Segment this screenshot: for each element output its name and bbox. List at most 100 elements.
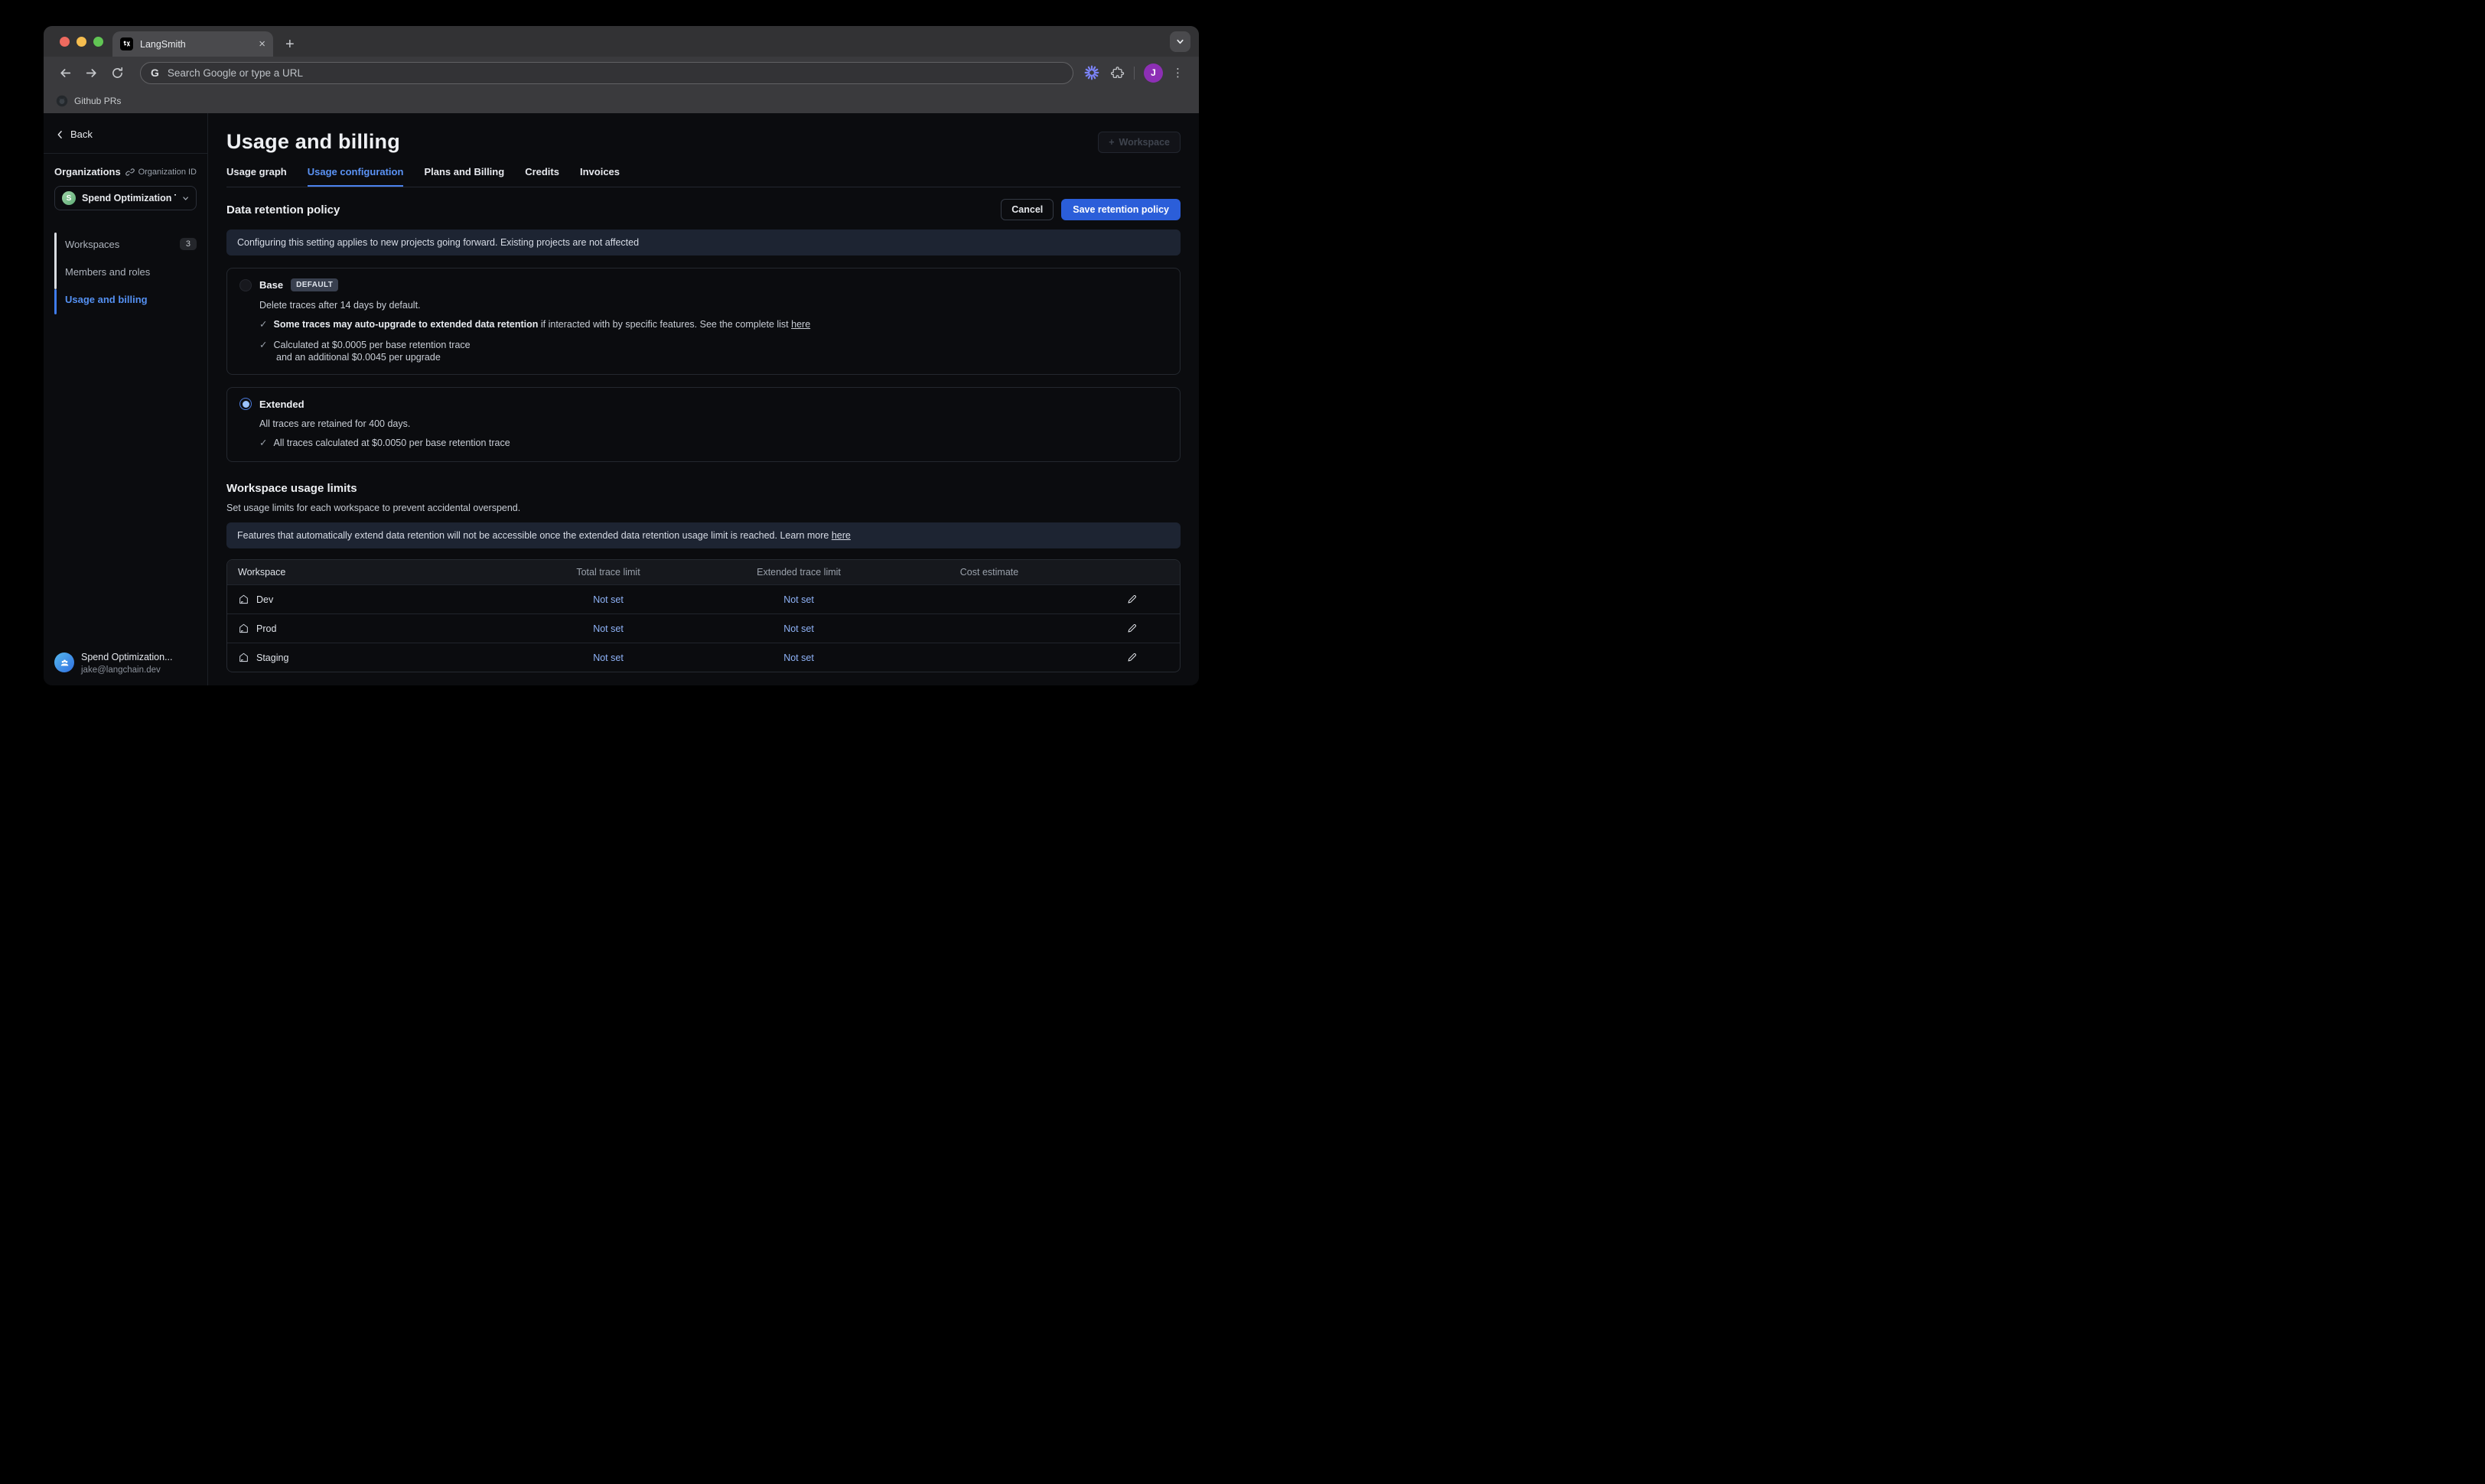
organization-id-link[interactable]: Organization ID xyxy=(125,168,197,177)
chevron-down-icon xyxy=(1175,37,1185,47)
browser-menu-icon[interactable]: ⋮ xyxy=(1168,66,1188,80)
save-retention-policy-button[interactable]: Save retention policy xyxy=(1061,199,1181,220)
sidebar-item-workspaces[interactable]: Workspaces 3 xyxy=(65,230,197,258)
arrow-left-icon xyxy=(59,67,72,80)
page-title: Usage and billing xyxy=(226,130,400,154)
back-link[interactable]: Back xyxy=(54,127,197,142)
organizations-heading: Organizations xyxy=(54,166,121,177)
limits-heading: Workspace usage limits xyxy=(226,482,1181,495)
workspace-limits-table: Workspace Total trace limit Extended tra… xyxy=(226,559,1181,672)
page-tabs: Usage graph Usage configuration Plans an… xyxy=(226,166,1181,187)
sidebar-divider xyxy=(44,153,207,154)
nav-rail xyxy=(54,233,57,289)
reload-icon xyxy=(111,67,124,80)
col-workspace: Workspace xyxy=(227,567,513,578)
browser-toolbar: G Search Google or type a URL J ⋮ xyxy=(44,57,1199,89)
table-row-staging: Staging Not set Not set xyxy=(227,643,1180,672)
extended-limit-link[interactable]: Not set xyxy=(704,594,894,605)
organization-id-label: Organization ID xyxy=(138,168,197,177)
forward-button[interactable] xyxy=(80,62,102,83)
total-limit-link[interactable]: Not set xyxy=(513,594,704,605)
base-radio-button[interactable] xyxy=(239,279,252,291)
user-profile[interactable]: Spend Optimization... jake@langchain.dev xyxy=(54,650,197,675)
limits-description: Set usage limits for each workspace to p… xyxy=(226,503,1181,513)
user-email: jake@langchain.dev xyxy=(81,666,173,675)
tab-strip: LangSmith × + xyxy=(44,26,1199,57)
limits-info-banner: Features that automatically extend data … xyxy=(226,522,1181,548)
total-limit-link[interactable]: Not set xyxy=(513,623,704,634)
edit-limits-button[interactable] xyxy=(1085,652,1181,663)
back-label: Back xyxy=(70,129,93,140)
extended-point-1: All traces calculated at $0.0050 per bas… xyxy=(273,436,510,450)
tab-usage-graph[interactable]: Usage graph xyxy=(226,166,287,187)
bookmark-github-prs[interactable]: Github PRs xyxy=(56,95,121,107)
bookmark-label: Github PRs xyxy=(74,96,121,106)
organization-selector[interactable]: S Spend Optimization Tu... xyxy=(54,186,197,210)
langsmith-app: Back Organizations Organization ID S Spe… xyxy=(44,113,1199,685)
workspaces-count-badge: 3 xyxy=(180,238,197,250)
extended-limit-link[interactable]: Not set xyxy=(704,623,894,634)
edit-limits-button[interactable] xyxy=(1085,623,1181,634)
back-button[interactable] xyxy=(54,62,76,83)
pencil-icon xyxy=(1126,623,1138,634)
add-workspace-button[interactable]: + Workspace xyxy=(1098,132,1181,153)
chevron-left-icon xyxy=(56,130,64,139)
check-icon: ✓ xyxy=(259,338,267,352)
sidebar-item-members-and-roles[interactable]: Members and roles xyxy=(65,258,197,285)
retention-heading: Data retention policy xyxy=(226,203,340,216)
chevron-down-icon xyxy=(182,194,189,203)
langsmith-extension-icon[interactable] xyxy=(1084,65,1099,80)
url-omnibox[interactable]: G Search Google or type a URL xyxy=(140,62,1073,84)
url-placeholder-text: Search Google or type a URL xyxy=(168,67,303,79)
option-name: Extended xyxy=(259,399,305,410)
browser-window: LangSmith × + G S xyxy=(44,26,1199,685)
sidebar-item-label: Workspaces xyxy=(65,239,119,250)
user-avatar xyxy=(54,653,74,672)
sidebar-item-label: Members and roles xyxy=(65,266,150,278)
new-tab-button[interactable]: + xyxy=(285,37,295,52)
pencil-icon xyxy=(1126,594,1138,605)
tab-usage-configuration[interactable]: Usage configuration xyxy=(308,166,404,187)
check-icon: ✓ xyxy=(259,436,267,450)
tab-plans-and-billing[interactable]: Plans and Billing xyxy=(424,166,504,187)
tab-search-button[interactable] xyxy=(1170,31,1190,52)
browser-profile-avatar[interactable]: J xyxy=(1144,63,1163,83)
tab-invoices[interactable]: Invoices xyxy=(580,166,620,187)
base-description: Delete traces after 14 days by default. xyxy=(259,300,1168,311)
extensions-puzzle-icon[interactable] xyxy=(1110,66,1125,80)
toolbar-separator xyxy=(1134,67,1135,80)
user-name: Spend Optimization... xyxy=(81,652,173,662)
reload-button[interactable] xyxy=(106,62,128,83)
zoom-window-button[interactable] xyxy=(93,37,103,47)
learn-more-link[interactable]: here xyxy=(832,530,851,541)
browser-tab[interactable]: LangSmith × xyxy=(112,31,273,57)
extended-limit-link[interactable]: Not set xyxy=(704,653,894,663)
sidebar-item-label: Usage and billing xyxy=(65,294,148,305)
retention-option-extended: Extended All traces are retained for 400… xyxy=(226,387,1181,462)
github-icon xyxy=(56,95,68,107)
workspace-icon xyxy=(238,623,249,634)
organization-avatar: S xyxy=(62,191,76,205)
cancel-button[interactable]: Cancel xyxy=(1001,199,1054,220)
col-extended-trace-limit: Extended trace limit xyxy=(704,567,894,578)
tab-credits[interactable]: Credits xyxy=(525,166,559,187)
check-icon: ✓ xyxy=(259,317,267,331)
col-total-trace-limit: Total trace limit xyxy=(513,567,704,578)
table-row-prod: Prod Not set Not set xyxy=(227,613,1180,643)
close-window-button[interactable] xyxy=(60,37,70,47)
minimize-window-button[interactable] xyxy=(77,37,86,47)
tab-title: LangSmith xyxy=(140,39,252,50)
arrow-right-icon xyxy=(85,67,98,80)
total-limit-link[interactable]: Not set xyxy=(513,653,704,663)
extended-description: All traces are retained for 400 days. xyxy=(259,418,1168,429)
organization-name: Spend Optimization Tu... xyxy=(82,193,176,203)
main-content: Usage and billing + Workspace Usage grap… xyxy=(208,113,1199,685)
default-badge: DEFAULT xyxy=(291,278,338,291)
extended-radio-button[interactable] xyxy=(239,398,252,410)
sidebar: Back Organizations Organization ID S Spe… xyxy=(44,113,208,685)
tab-close-icon[interactable]: × xyxy=(259,38,265,50)
workspace-name: Prod xyxy=(256,623,276,634)
edit-limits-button[interactable] xyxy=(1085,594,1181,605)
see-complete-list-link[interactable]: here xyxy=(791,319,810,330)
sidebar-item-usage-and-billing[interactable]: Usage and billing xyxy=(65,285,197,313)
